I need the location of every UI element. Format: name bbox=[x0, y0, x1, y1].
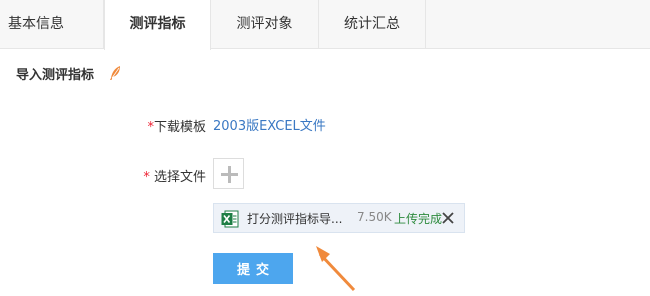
upload-button[interactable] bbox=[213, 158, 244, 189]
required-mark: * bbox=[143, 170, 150, 185]
template-label: *下载模板 bbox=[120, 116, 206, 135]
download-template-link[interactable]: 2003版EXCEL文件 bbox=[213, 115, 326, 134]
file-name: 打分测评指标导... bbox=[247, 212, 343, 226]
upload-status: 上传完成 bbox=[394, 212, 443, 226]
close-icon[interactable] bbox=[440, 210, 456, 226]
file-label-text: 选择文件 bbox=[153, 170, 206, 185]
file-label: * 选择文件 bbox=[120, 166, 206, 185]
tab-statistics-summary[interactable]: 统计汇总 bbox=[319, 0, 426, 49]
plus-icon bbox=[221, 166, 238, 183]
feather-icon bbox=[108, 65, 122, 85]
excel-icon bbox=[221, 210, 239, 232]
template-label-text: 下载模板 bbox=[153, 120, 206, 135]
section-title: 导入测评指标 bbox=[16, 68, 95, 83]
tab-basic-info[interactable]: 基本信息 bbox=[0, 0, 104, 49]
tab-bar: 基本信息 测评指标 测评对象 统计汇总 bbox=[0, 0, 650, 50]
uploaded-file-chip: 打分测评指标导... 7.50K 上传完成 bbox=[213, 203, 465, 233]
file-size: 7.50K bbox=[357, 210, 392, 224]
tab-evaluation-targets[interactable]: 测评对象 bbox=[211, 0, 319, 49]
submit-button[interactable]: 提交 bbox=[213, 253, 293, 284]
tab-evaluation-indicators[interactable]: 测评指标 bbox=[104, 0, 211, 50]
arrow-annotation-icon bbox=[316, 246, 356, 292]
